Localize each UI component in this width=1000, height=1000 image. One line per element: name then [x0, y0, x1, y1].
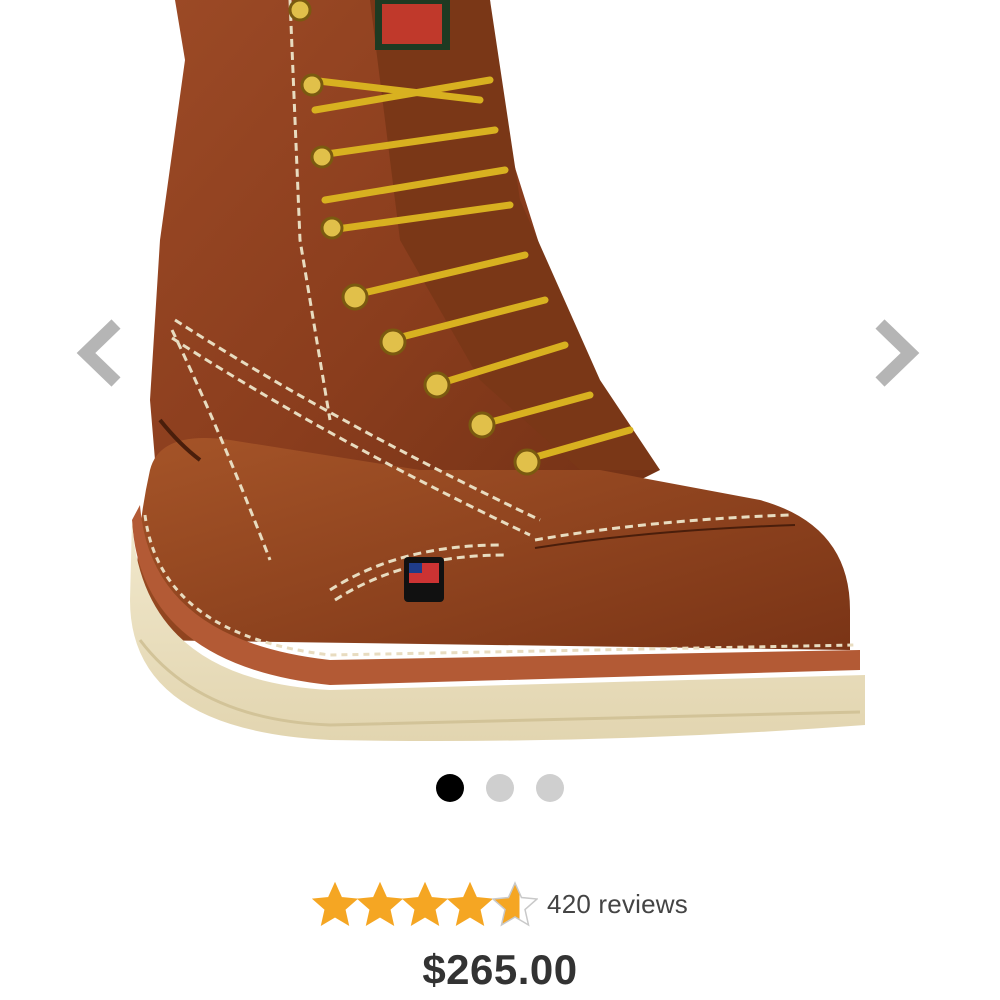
product-price: $265.00	[422, 946, 578, 993]
star-icon	[447, 881, 494, 927]
star-rating	[312, 881, 539, 927]
product-page: 420 reviews $265.00	[0, 0, 1000, 1000]
star-icon	[357, 881, 404, 927]
carousel-dot-1[interactable]	[436, 774, 464, 802]
rating-summary[interactable]: 420 reviews	[0, 876, 1000, 932]
chevron-right-icon	[875, 319, 920, 387]
star-icon	[402, 881, 449, 927]
carousel-dot-3[interactable]	[536, 774, 564, 802]
carousel-pagination	[0, 774, 1000, 802]
chevron-left-icon	[76, 319, 121, 387]
product-image[interactable]	[0, 0, 1000, 760]
image-carousel[interactable]	[0, 0, 1000, 760]
carousel-dot-2[interactable]	[486, 774, 514, 802]
review-count-link[interactable]: 420 reviews	[547, 889, 688, 920]
next-image-button[interactable]	[872, 318, 922, 388]
star-icon	[492, 881, 539, 927]
previous-image-button[interactable]	[74, 318, 124, 388]
star-icon	[312, 881, 359, 927]
